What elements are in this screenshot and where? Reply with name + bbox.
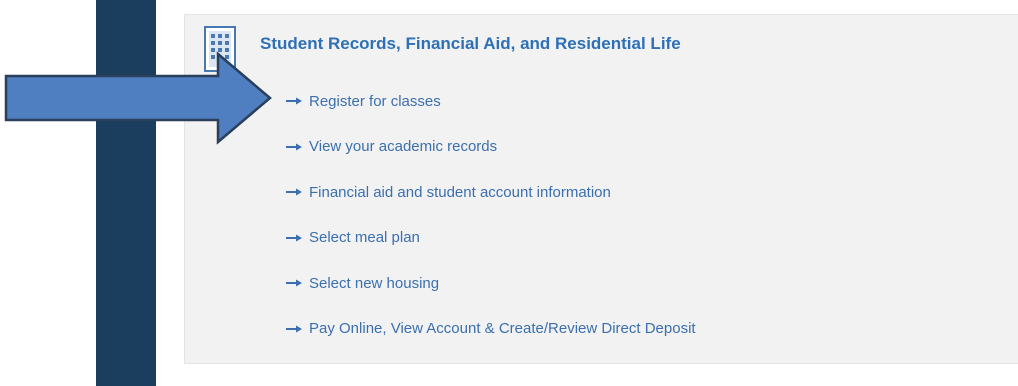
pointer-arrow-icon: [4, 51, 272, 145]
link-new-housing[interactable]: Select new housing: [286, 268, 696, 298]
right-arrow-icon: [286, 97, 302, 105]
link-label[interactable]: Select meal plan: [309, 229, 420, 246]
link-pay-online[interactable]: Pay Online, View Account & Create/Review…: [286, 314, 696, 344]
link-label[interactable]: Select new housing: [309, 275, 439, 292]
right-arrow-icon: [286, 143, 302, 151]
link-label[interactable]: Register for classes: [309, 93, 441, 110]
link-label[interactable]: View your academic records: [309, 138, 497, 155]
link-list: Register for classes View your academic …: [286, 86, 696, 360]
link-register-classes[interactable]: Register for classes: [286, 86, 696, 116]
right-arrow-icon: [286, 325, 302, 333]
link-financial-aid[interactable]: Financial aid and student account inform…: [286, 177, 696, 207]
right-arrow-icon: [286, 279, 302, 287]
section-title[interactable]: Student Records, Financial Aid, and Resi…: [260, 34, 681, 54]
link-academic-records[interactable]: View your academic records: [286, 132, 696, 162]
right-arrow-icon: [286, 188, 302, 196]
link-meal-plan[interactable]: Select meal plan: [286, 223, 696, 253]
link-label[interactable]: Pay Online, View Account & Create/Review…: [309, 320, 696, 337]
link-label[interactable]: Financial aid and student account inform…: [309, 184, 611, 201]
right-arrow-icon: [286, 234, 302, 242]
